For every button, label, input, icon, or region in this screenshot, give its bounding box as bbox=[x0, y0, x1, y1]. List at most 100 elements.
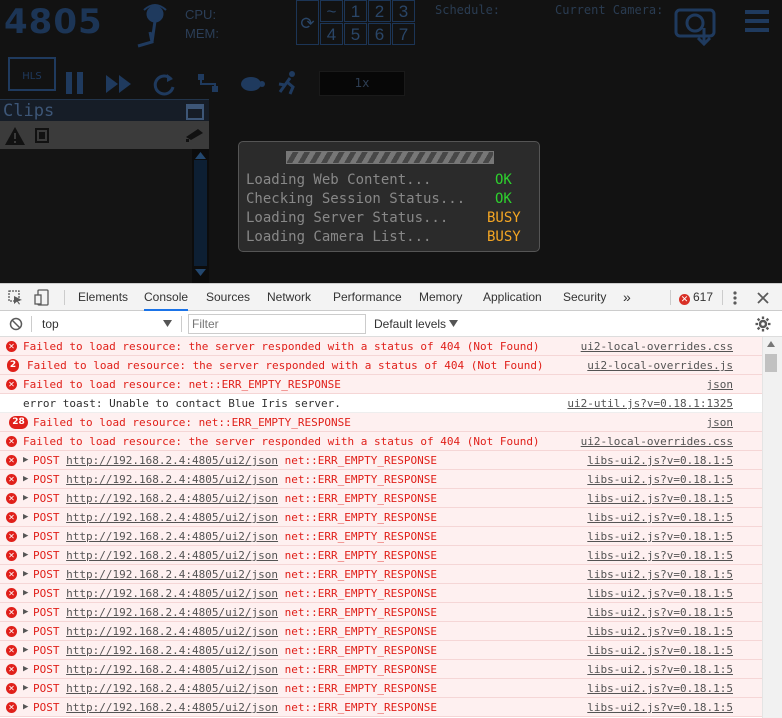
source-link[interactable]: libs-ui2.js?v=0.18.1:5 bbox=[587, 527, 733, 546]
request-url-link[interactable]: http://192.168.2.4:4805/ui2/json bbox=[66, 606, 278, 619]
source-link[interactable]: libs-ui2.js?v=0.18.1:5 bbox=[587, 641, 733, 660]
request-url-link[interactable]: http://192.168.2.4:4805/ui2/json bbox=[66, 530, 278, 543]
source-link[interactable]: ui2-local-overrides.css bbox=[581, 432, 733, 451]
error-count-badge[interactable]: ✕ 617 bbox=[679, 284, 713, 311]
expand-triangle-icon[interactable]: ▶ bbox=[23, 698, 28, 717]
film-icon[interactable] bbox=[34, 127, 52, 145]
console-scroll-thumb[interactable] bbox=[765, 354, 777, 372]
clip-list-scroll-thumb[interactable] bbox=[194, 160, 207, 266]
topology-icon[interactable] bbox=[196, 72, 222, 96]
scroll-up-icon[interactable] bbox=[194, 151, 207, 160]
console-scrollbar[interactable] bbox=[762, 337, 782, 718]
settings-gear-icon[interactable] bbox=[755, 316, 771, 332]
source-link[interactable]: ui2-util.js?v=0.18.1:1325 bbox=[567, 394, 733, 413]
source-link[interactable]: libs-ui2.js?v=0.18.1:5 bbox=[587, 546, 733, 565]
clear-console-icon[interactable] bbox=[9, 317, 23, 331]
source-link[interactable]: libs-ui2.js?v=0.18.1:5 bbox=[587, 622, 733, 641]
inspect-element-icon[interactable] bbox=[8, 290, 23, 305]
request-url-link[interactable]: http://192.168.2.4:4805/ui2/json bbox=[66, 625, 278, 638]
expand-triangle-icon[interactable]: ▶ bbox=[23, 603, 28, 622]
request-url-link[interactable]: http://192.168.2.4:4805/ui2/json bbox=[66, 701, 278, 714]
playback-speed[interactable]: 1x bbox=[319, 71, 405, 96]
group-button-4[interactable]: 4 bbox=[320, 23, 343, 45]
group-button-3[interactable]: 3 bbox=[392, 0, 415, 22]
request-url-link[interactable]: http://192.168.2.4:4805/ui2/json bbox=[66, 682, 278, 695]
request-url-link[interactable]: http://192.168.2.4:4805/ui2/json bbox=[66, 492, 278, 505]
calendar-icon[interactable] bbox=[186, 102, 204, 120]
expand-triangle-icon[interactable]: ▶ bbox=[23, 489, 28, 508]
expand-triangle-icon[interactable]: ▶ bbox=[23, 679, 28, 698]
tab-application[interactable]: Application bbox=[483, 284, 542, 311]
tab-network[interactable]: Network bbox=[267, 284, 311, 311]
group-button-6[interactable]: 6 bbox=[368, 23, 391, 45]
tab-security[interactable]: Security bbox=[563, 284, 606, 311]
request-url-link[interactable]: http://192.168.2.4:4805/ui2/json bbox=[66, 587, 278, 600]
fast-forward-icon[interactable] bbox=[104, 72, 134, 96]
expand-triangle-icon[interactable]: ▶ bbox=[23, 641, 28, 660]
console-message: POST http://192.168.2.4:4805/ui2/json ne… bbox=[33, 641, 437, 660]
expand-triangle-icon[interactable]: ▶ bbox=[23, 622, 28, 641]
scroll-up-icon[interactable] bbox=[766, 340, 776, 348]
cycle-icon[interactable] bbox=[151, 71, 177, 97]
refresh-icon[interactable]: ⟳ bbox=[296, 0, 319, 45]
request-url-link[interactable]: http://192.168.2.4:4805/ui2/json bbox=[66, 511, 278, 524]
tab-sources[interactable]: Sources bbox=[206, 284, 250, 311]
expand-triangle-icon[interactable]: ▶ bbox=[23, 527, 28, 546]
expand-triangle-icon[interactable]: ▶ bbox=[23, 565, 28, 584]
hls-film-icon[interactable]: HLS bbox=[6, 54, 62, 94]
tab-performance[interactable]: Performance bbox=[333, 284, 402, 311]
close-icon[interactable] bbox=[757, 292, 769, 304]
source-link[interactable]: libs-ui2.js?v=0.18.1:5 bbox=[587, 679, 733, 698]
request-url-link[interactable]: http://192.168.2.4:4805/ui2/json bbox=[66, 644, 278, 657]
request-url-link[interactable]: http://192.168.2.4:4805/ui2/json bbox=[66, 473, 278, 486]
expand-triangle-icon[interactable]: ▶ bbox=[23, 584, 28, 603]
camera-download-icon[interactable] bbox=[672, 2, 722, 46]
source-link[interactable]: ui2-local-overrides.css bbox=[581, 337, 733, 356]
expand-triangle-icon[interactable]: ▶ bbox=[23, 508, 28, 527]
expand-triangle-icon[interactable]: ▶ bbox=[23, 546, 28, 565]
group-button-1[interactable]: 1 bbox=[344, 0, 367, 22]
log-levels-dropdown[interactable]: Default levels bbox=[374, 314, 459, 334]
source-link[interactable]: libs-ui2.js?v=0.18.1:5 bbox=[587, 565, 733, 584]
source-link[interactable]: json bbox=[707, 413, 734, 432]
menu-icon[interactable] bbox=[744, 8, 770, 34]
more-tabs-button[interactable]: » bbox=[623, 284, 631, 311]
repeat-count-badge: 2 bbox=[7, 359, 19, 372]
reset-icon[interactable]: ~ bbox=[320, 0, 343, 22]
console-log[interactable]: ✕ Failed to load resource: the server res… bbox=[0, 337, 762, 718]
tab-console[interactable]: Console bbox=[144, 284, 189, 311]
device-toggle-icon[interactable] bbox=[34, 289, 50, 306]
camera-icon[interactable] bbox=[184, 127, 206, 143]
tab-memory[interactable]: Memory bbox=[419, 284, 462, 311]
turtle-icon[interactable] bbox=[238, 72, 266, 96]
filter-input[interactable] bbox=[188, 314, 366, 334]
request-url-link[interactable]: http://192.168.2.4:4805/ui2/json bbox=[66, 568, 278, 581]
expand-triangle-icon[interactable]: ▶ bbox=[23, 451, 28, 470]
group-button-2[interactable]: 2 bbox=[368, 0, 391, 22]
kebab-menu-icon[interactable] bbox=[731, 290, 739, 306]
source-link[interactable]: json bbox=[707, 375, 734, 394]
request-url-link[interactable]: http://192.168.2.4:4805/ui2/json bbox=[66, 549, 278, 562]
context-selector[interactable]: top bbox=[38, 314, 174, 334]
runner-icon[interactable] bbox=[274, 70, 302, 96]
scroll-down-icon[interactable] bbox=[194, 268, 207, 277]
expand-triangle-icon[interactable]: ▶ bbox=[23, 660, 28, 679]
source-link[interactable]: libs-ui2.js?v=0.18.1:5 bbox=[587, 584, 733, 603]
expand-triangle-icon[interactable]: ▶ bbox=[23, 470, 28, 489]
source-link[interactable]: libs-ui2.js?v=0.18.1:5 bbox=[587, 698, 733, 717]
source-link[interactable]: libs-ui2.js?v=0.18.1:5 bbox=[587, 603, 733, 622]
group-button-7[interactable]: 7 bbox=[392, 23, 415, 45]
pause-icon[interactable] bbox=[62, 70, 88, 96]
group-button-5[interactable]: 5 bbox=[344, 23, 367, 45]
warning-icon[interactable] bbox=[4, 126, 26, 146]
request-url-link[interactable]: http://192.168.2.4:4805/ui2/json bbox=[66, 454, 278, 467]
source-link[interactable]: libs-ui2.js?v=0.18.1:5 bbox=[587, 660, 733, 679]
source-link[interactable]: ui2-local-overrides.js bbox=[587, 356, 733, 375]
tab-elements[interactable]: Elements bbox=[78, 284, 128, 311]
source-link[interactable]: libs-ui2.js?v=0.18.1:5 bbox=[587, 489, 733, 508]
source-link[interactable]: libs-ui2.js?v=0.18.1:5 bbox=[587, 508, 733, 527]
clip-list[interactable] bbox=[0, 149, 192, 283]
request-url-link[interactable]: http://192.168.2.4:4805/ui2/json bbox=[66, 663, 278, 676]
source-link[interactable]: libs-ui2.js?v=0.18.1:5 bbox=[587, 470, 733, 489]
source-link[interactable]: libs-ui2.js?v=0.18.1:5 bbox=[587, 451, 733, 470]
